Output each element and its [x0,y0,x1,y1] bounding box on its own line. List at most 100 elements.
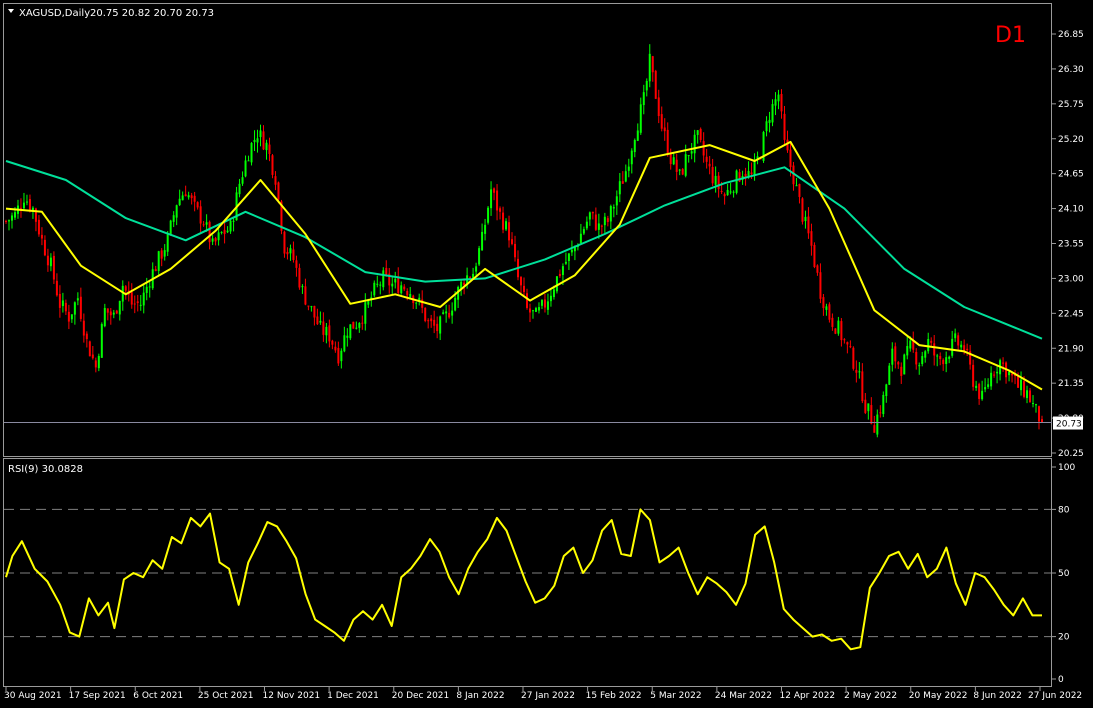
candle-body [960,344,963,348]
candle-body [624,171,627,182]
candle-body [106,308,109,313]
candle-body [133,303,136,305]
candle-body [220,232,223,234]
candle-body [112,312,115,315]
date-tick-label: 20 Dec 2021 [392,691,450,701]
candle-body [67,311,70,322]
candle-body [328,325,331,342]
candle-body [765,121,768,132]
date-tick-label: 5 Mar 2022 [650,691,701,701]
candle-body [493,188,496,193]
candle-body [40,234,43,239]
candle-body [208,221,211,243]
candle-body [229,220,232,232]
candle-body [451,310,454,316]
current-price-label: 20.73 [1056,420,1082,430]
candle-body [954,333,957,339]
candle-body [774,99,777,106]
candle-body [376,283,379,285]
candle-body [475,266,478,272]
rsi-tick-label: 80 [1058,505,1070,515]
candle-body [702,141,705,156]
candle-body [73,302,76,315]
candle-body [205,222,208,225]
candle-body [349,324,352,339]
candle-body [358,323,361,328]
candle-body [618,181,621,195]
candle-body [448,312,451,318]
candle-body [298,267,301,288]
candle-body [46,255,49,266]
candle-body [852,347,855,369]
candle-body [552,289,555,298]
candle-body [394,278,397,283]
timeframe-label: D1 [995,23,1026,48]
candle-body [241,177,244,184]
price-tick-label: 23.55 [1058,240,1084,250]
candle-body [621,181,624,184]
candle-body [157,251,160,271]
candle-body [795,185,798,187]
candle-body [1008,371,1011,376]
candle-body [319,320,322,323]
date-tick-label: 17 Sep 2021 [69,691,126,701]
candle-body [780,93,783,112]
candle-body [966,348,969,351]
candle-body [840,321,843,341]
candle-body [91,354,94,359]
candle-body [987,384,990,387]
candle-body [82,320,85,336]
candle-body [711,166,714,184]
candle-body [361,322,364,324]
candle-body [639,104,642,133]
candle-body [597,223,600,230]
candle-body [837,320,840,334]
candle-body [735,170,738,193]
candle-body [289,248,292,254]
rsi-tick-label: 50 [1058,569,1070,579]
candle-body [732,191,735,193]
candle-body [379,284,382,286]
candle-body [244,160,247,177]
candle-body [505,221,508,230]
candle-body [136,301,139,304]
candle-body [94,360,97,368]
candle-body [226,230,229,233]
candle-body [525,293,528,308]
candle-body [427,320,430,322]
candle-body [810,231,813,246]
candle-body [558,273,561,277]
candle-body [771,104,774,123]
candle-body [687,155,690,157]
candle-body [130,292,133,305]
candle-body [301,286,304,288]
candle-body [250,142,253,163]
candle-body [978,383,981,399]
date-tick-label: 30 Aug 2021 [4,691,62,701]
candle-body [921,356,924,365]
date-tick-label: 1 Dec 2021 [327,691,379,701]
chart-window: 26.85 26.30 25.75 25.20 24.65 24.10 23.55 23.00… [0,0,1093,708]
candle-body [816,265,819,273]
price-tick-label: 23.00 [1058,274,1084,284]
candle-body [37,219,40,235]
candle-body [936,355,939,357]
candle-body [612,207,615,209]
candle-body [400,285,403,294]
candle-body [277,182,280,200]
candle-body [663,127,666,132]
candle-body [355,327,358,329]
candle-body [511,239,514,244]
candle-body [286,251,289,255]
candle-body [876,414,879,435]
candle-body [894,346,897,362]
candle-body [594,214,597,230]
candle-body [939,356,942,359]
candle-body [972,364,975,387]
candle-body [864,399,867,413]
candle-body [990,372,993,387]
candle-body [570,249,573,253]
candle-body [540,300,543,306]
candle-body [139,304,142,306]
candle-body [124,286,127,291]
